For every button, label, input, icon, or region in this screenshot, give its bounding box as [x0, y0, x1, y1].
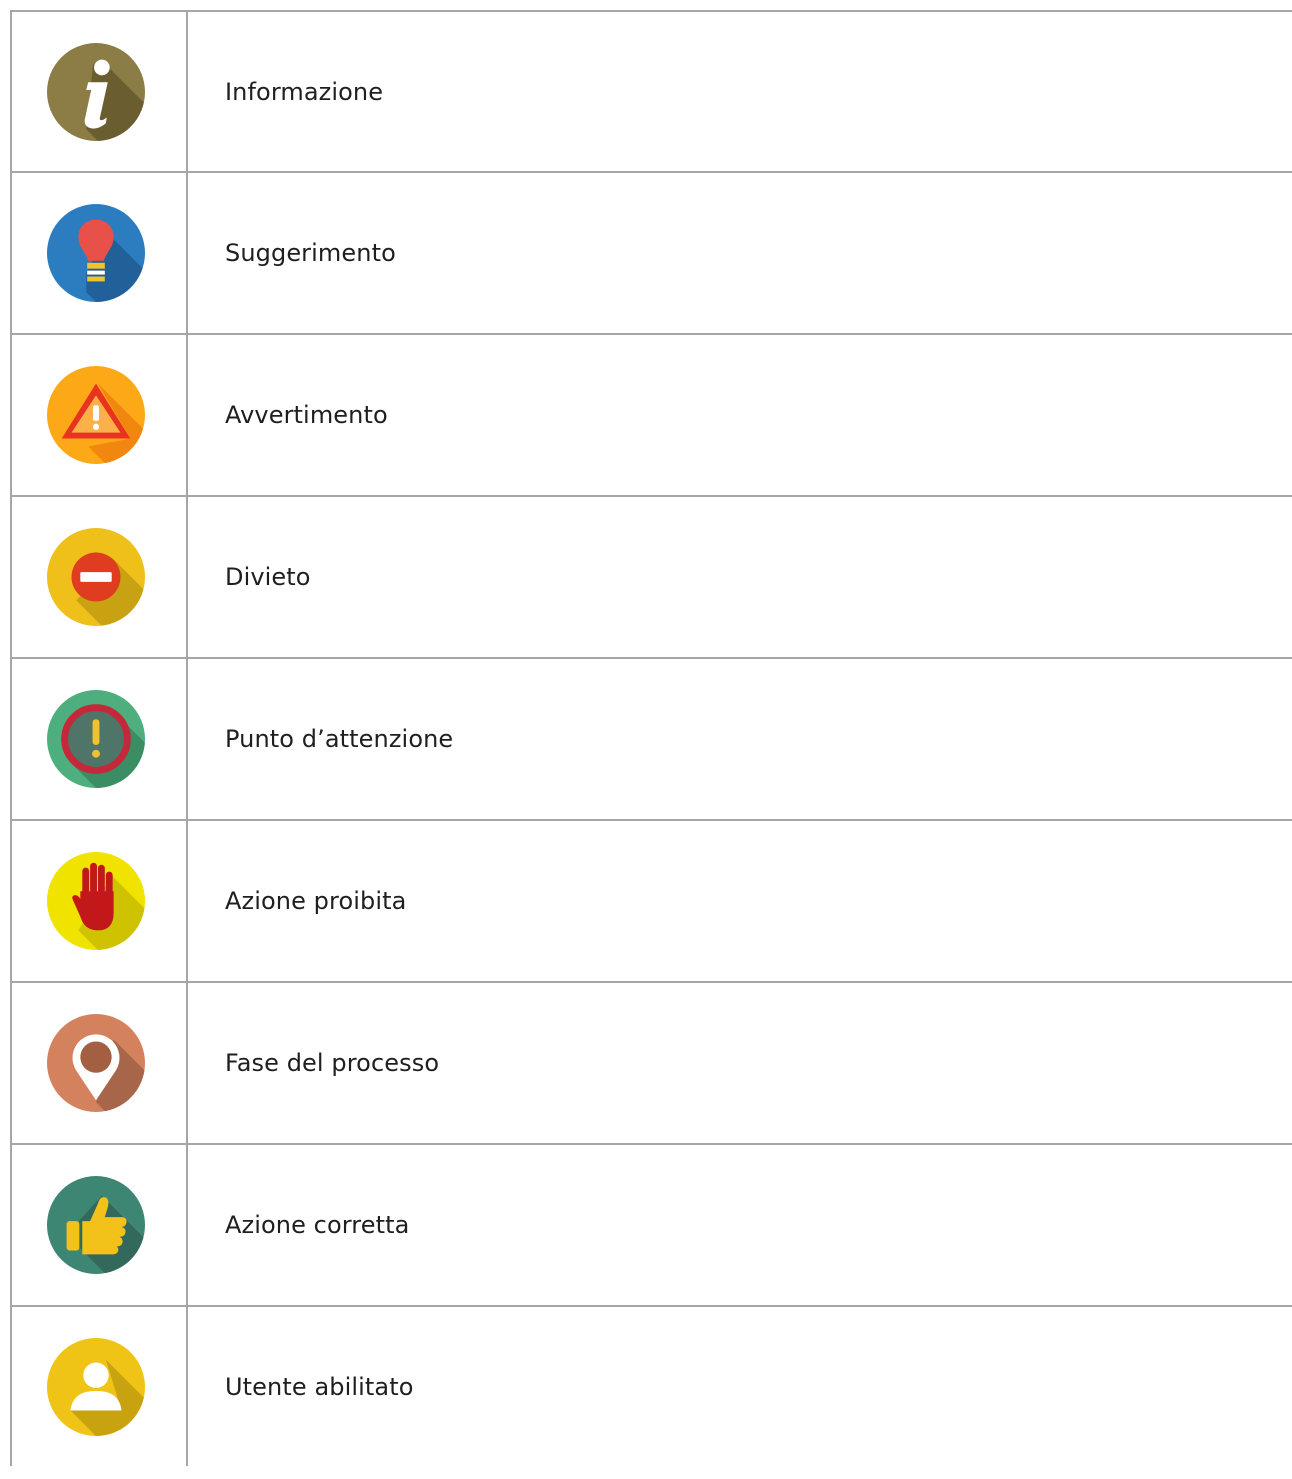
- legend-row-info: Informazione: [10, 10, 1292, 173]
- icon-cell: [10, 495, 188, 659]
- legend-row-forbidden-action: Azione proibita: [10, 819, 1292, 983]
- warning-triangle-icon: [47, 366, 145, 464]
- icon-cell: [10, 333, 188, 497]
- legend-label: Azione corretta: [186, 1143, 1292, 1307]
- info-icon: [47, 42, 145, 141]
- legend-label: Azione proibita: [186, 819, 1292, 983]
- legend-row-correct-action: Azione corretta: [10, 1143, 1292, 1307]
- map-pin-icon: [47, 1014, 145, 1112]
- legend-row-warning: Avvertimento: [10, 333, 1292, 497]
- exclamation-circle-icon: [47, 690, 145, 788]
- legend-label: Informazione: [186, 10, 1292, 173]
- icon-cell: [10, 171, 188, 335]
- legend-row-prohibition: Divieto: [10, 495, 1292, 659]
- icon-cell: [10, 1143, 188, 1307]
- stop-hand-icon: [47, 852, 145, 950]
- legend-label: Fase del processo: [186, 981, 1292, 1145]
- icon-cell: [10, 10, 188, 173]
- icon-cell: [10, 981, 188, 1145]
- legend-label: Divieto: [186, 495, 1292, 659]
- legend-row-attention: Punto d’attenzione: [10, 657, 1292, 821]
- legend-row-authorized-user: Utente abilitato: [10, 1305, 1292, 1466]
- icon-legend-table: Informazione Suggerimento Avvertimento D…: [10, 10, 1292, 1466]
- icon-cell: [10, 657, 188, 821]
- icon-cell: [10, 1305, 188, 1466]
- thumbs-up-icon: [47, 1176, 145, 1274]
- no-entry-icon: [47, 528, 145, 626]
- legend-row-suggestion: Suggerimento: [10, 171, 1292, 335]
- legend-label: Suggerimento: [186, 171, 1292, 335]
- legend-row-process-step: Fase del processo: [10, 981, 1292, 1145]
- lightbulb-icon: [47, 204, 145, 302]
- legend-label: Utente abilitato: [186, 1305, 1292, 1466]
- icon-cell: [10, 819, 188, 983]
- legend-label: Avvertimento: [186, 333, 1292, 497]
- legend-label: Punto d’attenzione: [186, 657, 1292, 821]
- user-icon: [47, 1337, 145, 1436]
